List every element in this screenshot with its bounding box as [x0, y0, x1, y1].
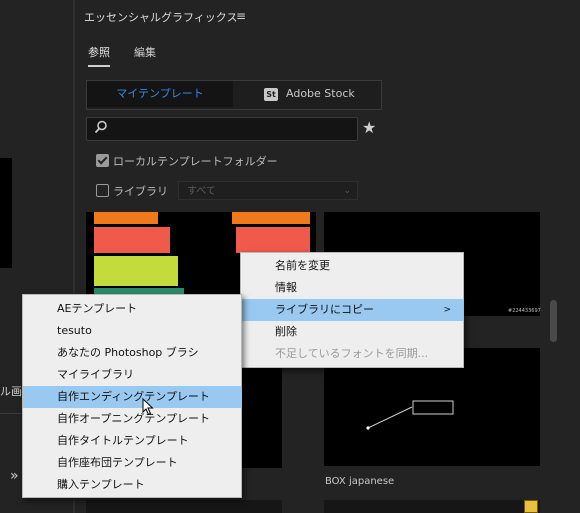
local-folder-label: ローカルテンプレートフォルダー: [113, 155, 278, 168]
panel-menu-icon[interactable]: ≡: [236, 9, 246, 23]
submenu-item-ending-templates[interactable]: 自作エンディングテンプレート: [23, 386, 241, 408]
adobe-stock-label: Adobe Stock: [286, 87, 355, 100]
panel-title[interactable]: エッセンシャルグラフィックス: [84, 9, 237, 29]
thumb-bar-lime: [94, 256, 178, 286]
tab-browse[interactable]: 参照: [88, 44, 110, 67]
template-context-menu: 名前を変更 情報 ライブラリにコピー > 削除 不足しているフォントを同期...: [240, 252, 464, 368]
menu-item-copy-to-library[interactable]: ライブラリにコピー >: [241, 299, 463, 321]
search-input[interactable]: [86, 117, 358, 141]
search-icon: [94, 120, 107, 134]
local-folder-checkbox[interactable]: [96, 154, 109, 167]
adobe-stock-icon: St: [264, 87, 278, 101]
mouse-cursor-icon: [142, 398, 154, 416]
menu-item-delete[interactable]: 削除: [241, 321, 463, 343]
template-thumbnail-5[interactable]: [86, 500, 282, 513]
grid-scrollbar[interactable]: [550, 300, 557, 342]
chevron-right-icon: >: [443, 305, 451, 315]
tab-edit[interactable]: 編集: [134, 44, 156, 60]
my-templates-button[interactable]: マイテンプレート: [87, 81, 233, 107]
library-select-value: すべて: [187, 186, 216, 197]
submenu-item-purchased-templates[interactable]: 購入テンプレート: [23, 474, 241, 496]
text-template-badge-icon: [524, 500, 538, 513]
library-checkbox[interactable]: [96, 184, 109, 197]
expand-arrows-icon[interactable]: »: [10, 468, 19, 484]
stock-id-label: #224433697: [508, 308, 541, 314]
submenu-item-my-library[interactable]: マイライブラリ: [23, 364, 241, 386]
submenu-item-zabuton-templates[interactable]: 自作座布団テンプレート: [23, 452, 241, 474]
submenu-item-title-templates[interactable]: 自作タイトルテンプレート: [23, 430, 241, 452]
thumb-bar-orange: [94, 212, 158, 224]
menu-item-info[interactable]: 情報: [241, 277, 463, 299]
submenu-item-ae-templates[interactable]: AEテンプレート: [23, 298, 241, 320]
program-monitor-preview: [0, 158, 12, 268]
submenu-item-tesuto[interactable]: tesuto: [23, 320, 241, 342]
library-submenu: AEテンプレート tesuto あなたの Photoshop ブラシ マイライブ…: [22, 294, 242, 498]
thumb-bar-orange-2: [232, 212, 310, 224]
box-japanese-label: BOX japanese: [325, 476, 395, 487]
thumb-bar-red-2: [236, 227, 310, 253]
adobe-stock-button[interactable]: St Adobe Stock: [234, 81, 379, 107]
library-label: ライブラリ: [113, 185, 168, 198]
copy-to-library-label: ライブラリにコピー: [275, 303, 374, 316]
submenu-item-opening-templates[interactable]: 自作オープニングテンプレート: [23, 408, 241, 430]
chevron-down-icon: ⌄: [343, 186, 351, 196]
favorites-star-icon[interactable]: ★: [362, 118, 376, 137]
template-thumbnail-6[interactable]: [324, 500, 540, 513]
menu-item-rename[interactable]: 名前を変更: [241, 255, 463, 277]
thumb-bar-red: [94, 227, 170, 253]
menu-item-sync-fonts: 不足しているフォントを同期...: [275, 347, 429, 360]
submenu-item-photoshop-brushes[interactable]: あなたの Photoshop ブラシ: [23, 342, 241, 364]
library-select[interactable]: すべて ⌄: [178, 181, 358, 200]
